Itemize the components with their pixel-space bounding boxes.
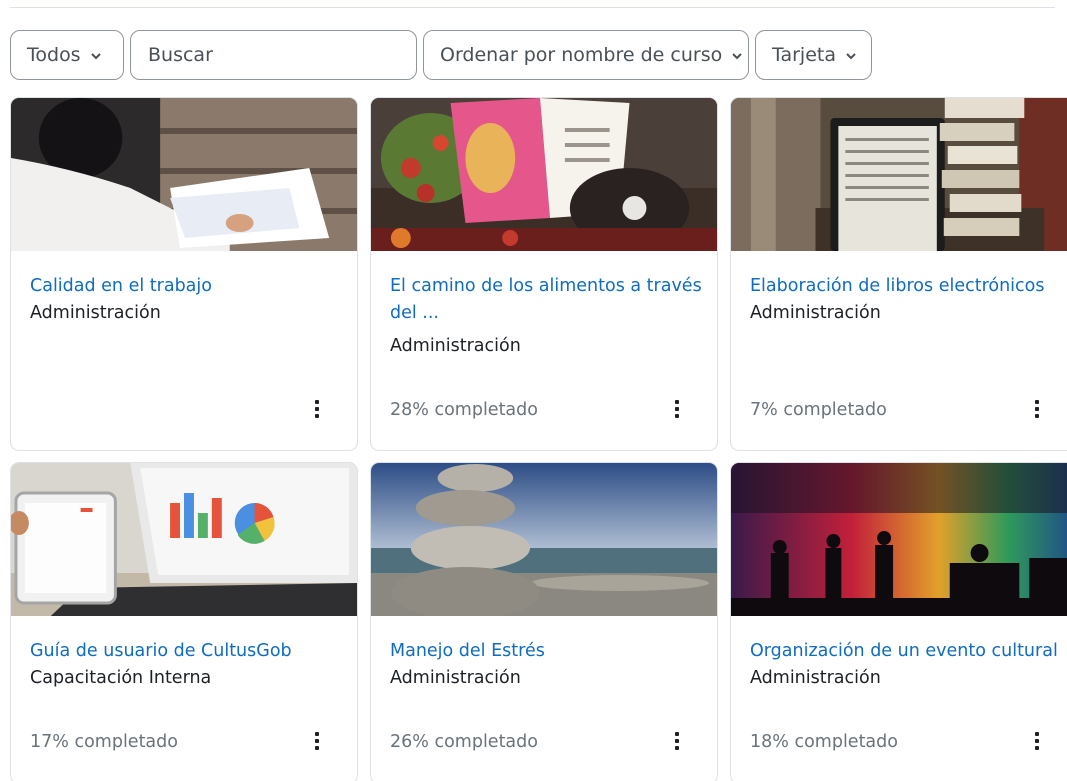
- sort-dropdown[interactable]: Ordenar por nombre de curso: [423, 30, 749, 80]
- course-menu-button[interactable]: [1025, 394, 1049, 424]
- course-card: Calidad en el trabajo Administración: [10, 97, 358, 451]
- course-menu-button[interactable]: [665, 394, 689, 424]
- course-title-link[interactable]: Elaboración de libros electrónicos: [750, 273, 1067, 300]
- course-category: Administración: [390, 336, 521, 356]
- course-card: Guía de usuario de CultusGob Capacitació…: [10, 462, 358, 781]
- course-title-link[interactable]: Manejo del Estrés: [390, 638, 717, 665]
- course-card: Manejo del Estrés Administración 26% com…: [370, 462, 718, 781]
- search-box: [130, 30, 417, 80]
- course-progress-text: 18% completado: [750, 732, 898, 752]
- course-image[interactable]: [731, 98, 1067, 251]
- view-dropdown[interactable]: Tarjeta: [755, 30, 872, 80]
- course-category: Administración: [750, 668, 881, 688]
- course-menu-button[interactable]: [305, 726, 329, 756]
- course-category: Administración: [30, 303, 161, 323]
- status-filter-dropdown[interactable]: Todos: [10, 30, 124, 80]
- course-image[interactable]: [371, 98, 717, 251]
- status-filter-label: Todos: [27, 44, 81, 66]
- course-progress-text: 7% completado: [750, 400, 887, 420]
- course-title-link[interactable]: Calidad en el trabajo: [30, 273, 357, 300]
- course-menu-button[interactable]: [305, 394, 329, 424]
- course-title-link[interactable]: Guía de usuario de CultusGob: [30, 638, 357, 665]
- course-card: Elaboración de libros electrónicos Admin…: [730, 97, 1067, 451]
- course-image[interactable]: [371, 463, 717, 616]
- course-card: Organización de un evento cultural Admin…: [730, 462, 1067, 781]
- course-category: Capacitación Interna: [30, 668, 212, 688]
- chevron-down-icon: [90, 52, 101, 59]
- concert-silhouette-photo: [731, 463, 1067, 616]
- course-menu-button[interactable]: [665, 726, 689, 756]
- course-menu-button[interactable]: [1025, 726, 1049, 756]
- course-progress-text: 17% completado: [30, 732, 178, 752]
- stacked-stones-photo: [371, 463, 717, 616]
- course-category: Administración: [750, 303, 881, 323]
- sort-label: Ordenar por nombre de curso: [440, 44, 723, 66]
- ereader-books-photo: [731, 98, 1067, 251]
- view-label: Tarjeta: [772, 44, 836, 66]
- woman-writing-photo: [11, 98, 357, 251]
- search-input[interactable]: [131, 31, 416, 79]
- course-progress-text: 28% completado: [390, 400, 538, 420]
- course-card: El camino de los alimentos a través del …: [370, 97, 718, 451]
- course-image[interactable]: [11, 463, 357, 616]
- course-title-link[interactable]: Organización de un evento cultural: [750, 638, 1067, 665]
- course-category: Administración: [390, 668, 521, 688]
- course-image[interactable]: [11, 98, 357, 251]
- course-title-link[interactable]: El camino de los alimentos a través del …: [390, 273, 717, 327]
- course-image[interactable]: [731, 463, 1067, 616]
- chevron-down-icon: [732, 52, 742, 59]
- food-magazine-photo: [371, 98, 717, 251]
- chevron-down-icon: [846, 52, 856, 59]
- laptop-charts-photo: [11, 463, 357, 616]
- course-progress-text: 26% completado: [390, 732, 538, 752]
- top-divider: [10, 7, 1055, 8]
